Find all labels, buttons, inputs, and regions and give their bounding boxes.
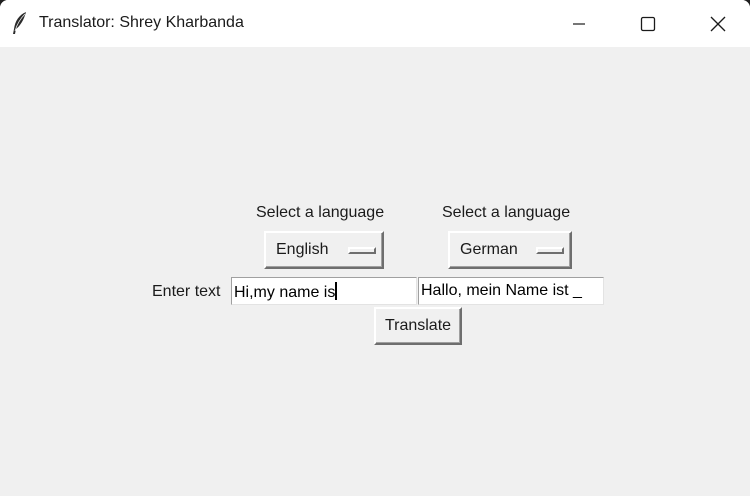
translate-button[interactable]: Translate: [374, 307, 462, 345]
translated-text-value: Hallo, mein Name ist _: [421, 282, 582, 299]
maximize-button[interactable]: [613, 0, 683, 47]
minimize-icon: [573, 22, 585, 25]
source-language-menu[interactable]: English: [264, 231, 384, 269]
translated-text-output[interactable]: Hallo, mein Name ist _: [418, 277, 604, 305]
text-cursor: [335, 282, 338, 300]
source-select-label: Select a language: [256, 204, 385, 221]
source-language-value: English: [276, 241, 329, 258]
target-language-menu[interactable]: German: [448, 231, 572, 269]
app-window: Translator: Shrey Kharbanda Select a lan…: [0, 0, 750, 496]
close-button[interactable]: [683, 0, 750, 47]
title-bar[interactable]: Translator: Shrey Kharbanda: [0, 0, 750, 47]
close-icon: [710, 16, 726, 31]
source-text-value: Hi,my name is: [234, 284, 336, 301]
target-select-label: Select a language: [442, 204, 571, 221]
maximize-icon: [640, 16, 656, 31]
window-title: Translator: Shrey Kharbanda: [39, 14, 244, 31]
feather-icon: [13, 12, 26, 34]
main-content: Select a language English Select a langu…: [0, 47, 750, 496]
target-language-value: German: [460, 241, 518, 258]
minimize-button[interactable]: [544, 0, 614, 47]
menu-indicator-icon: [348, 247, 376, 254]
source-text-input[interactable]: Hi,my name is: [231, 277, 417, 305]
menu-indicator-icon: [536, 247, 564, 254]
enter-text-label: Enter text: [152, 283, 221, 300]
